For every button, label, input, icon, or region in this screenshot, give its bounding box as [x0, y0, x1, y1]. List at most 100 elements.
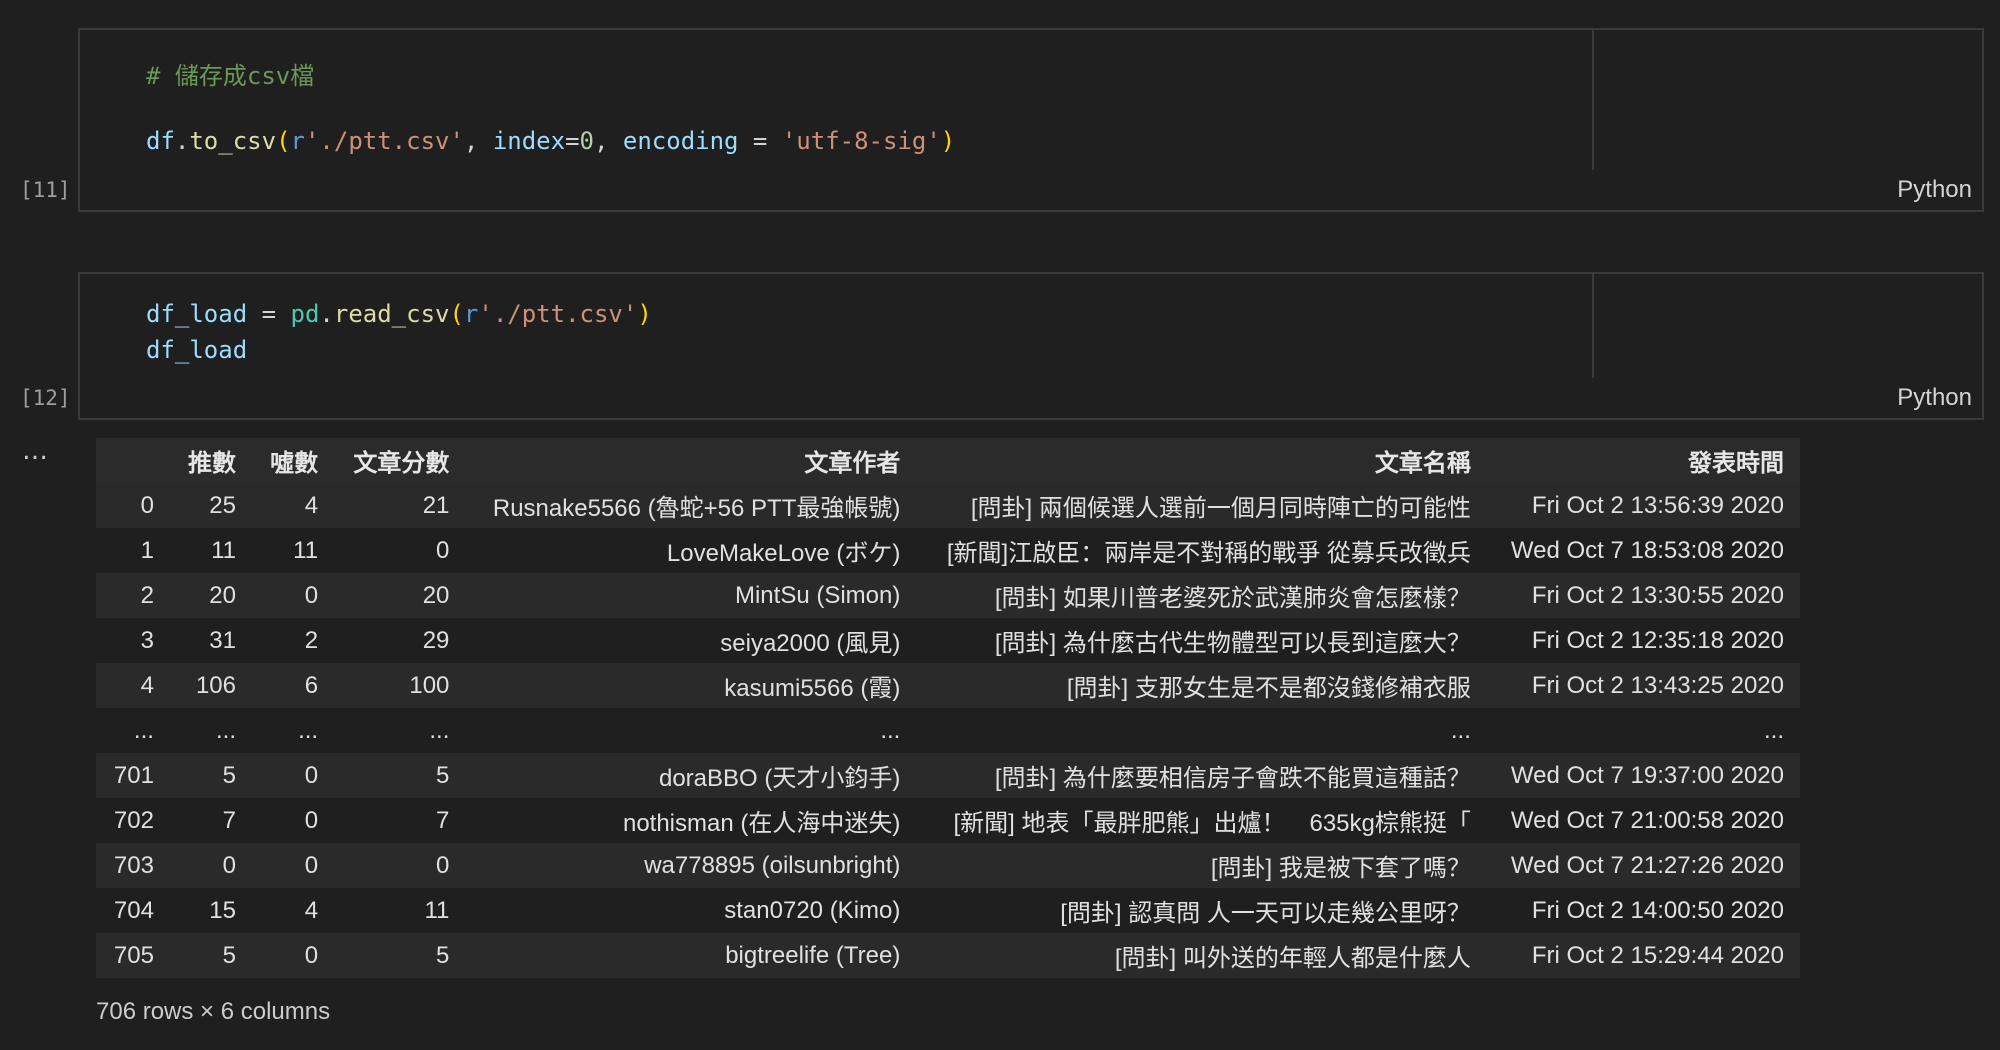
- table-cell: Fri Oct 2 12:35:18 2020: [1486, 618, 1800, 663]
- table-cell: ...: [916, 708, 1487, 753]
- table-cell: 4: [252, 888, 335, 933]
- row-index-cell: 704: [96, 888, 170, 933]
- table-cell: [問卦] 為什麼要相信房子會跌不能買這種話？: [916, 753, 1487, 798]
- code-line-df-load: df_load: [146, 336, 248, 364]
- column-header: 文章作者: [465, 438, 917, 483]
- table-cell: 5: [334, 933, 466, 978]
- table-cell: 20: [334, 573, 466, 618]
- table-cell: 11: [334, 888, 466, 933]
- table-cell: 11: [252, 528, 335, 573]
- table-cell: 25: [169, 483, 252, 528]
- row-index-cell: 1: [96, 528, 170, 573]
- table-cell: [問卦] 叫外送的年輕人都是什麼人: [916, 933, 1487, 978]
- table-row: 4 106 6 100 kasumi5566 (霞) [問卦] 支那女生是不是都沒錢修補衣…: [96, 663, 1800, 708]
- index-header: [96, 438, 170, 483]
- table-cell: Fri Oct 2 14:00:50 2020: [1486, 888, 1800, 933]
- table-cell: [問卦] 認真問 人一天可以走幾公里呀？: [916, 888, 1487, 933]
- table-cell: Wed Oct 7 19:37:00 2020: [1486, 753, 1800, 798]
- table-cell: Fri Oct 2 13:43:25 2020: [1486, 663, 1800, 708]
- table-cell: [問卦] 如果川普老婆死於武漢肺炎會怎麼樣？: [916, 573, 1487, 618]
- cell-language-label[interactable]: Python: [1897, 384, 1972, 412]
- table-row: 3 31 2 29 seiya2000 (風見) [問卦] 為什麼古代生物體型可以長到這麼…: [96, 618, 1800, 663]
- table-cell: 100: [334, 663, 466, 708]
- table-cell: [問卦] 為什麼古代生物體型可以長到這麼大？: [916, 618, 1487, 663]
- table-cell: Fri Oct 2 13:30:55 2020: [1486, 573, 1800, 618]
- table-cell: 5: [169, 933, 252, 978]
- row-index-cell: 3: [96, 618, 170, 663]
- code-line-read-csv: df_load = pd.read_csv(r'./ptt.csv'): [146, 300, 652, 328]
- table-cell: 29: [334, 618, 466, 663]
- table-cell: 11: [169, 528, 252, 573]
- table-cell: bigtreelife (Tree): [465, 933, 917, 978]
- table-cell: 0: [252, 798, 335, 843]
- table-cell: Rusnake5566 (魯蛇+56 PTT最強帳號): [465, 483, 917, 528]
- table-cell: 4: [252, 483, 335, 528]
- table-cell: [問卦] 支那女生是不是都沒錢修補衣服: [916, 663, 1487, 708]
- column-header: 文章名稱: [916, 438, 1487, 483]
- table-cell: 6: [252, 663, 335, 708]
- row-index-cell: 4: [96, 663, 170, 708]
- table-row: 0 25 4 21 Rusnake5566 (魯蛇+56 PTT最強帳號) [問卦] 兩個…: [96, 483, 1800, 528]
- table-row: 705 5 0 5 bigtreelife (Tree) [問卦] 叫外送的年輕人都是什麼…: [96, 933, 1800, 978]
- table-cell: wa778895 (oilsunbright): [465, 843, 917, 888]
- table-cell: 20: [169, 573, 252, 618]
- column-header: 文章分數: [334, 438, 466, 483]
- table-cell: 7: [334, 798, 466, 843]
- table-cell: Wed Oct 7 18:53:08 2020: [1486, 528, 1800, 573]
- cell-divider: [1592, 274, 1594, 378]
- table-cell: 106: [169, 663, 252, 708]
- column-header: 噓數: [252, 438, 335, 483]
- table-cell: ...: [334, 708, 466, 753]
- table-cell: MintSu (Simon): [465, 573, 917, 618]
- table-cell: 0: [334, 843, 466, 888]
- code-line-to-csv: df.to_csv(r'./ptt.csv', index=0, encodin…: [146, 127, 956, 155]
- table-row: 701 5 0 5 doraBBO (天才小鈞手) [問卦] 為什麼要相信房子會跌不能買這…: [96, 753, 1800, 798]
- table-cell: ...: [465, 708, 917, 753]
- execution-count-11: [11]: [20, 178, 71, 202]
- table-cell: 0: [252, 753, 335, 798]
- column-header: 推數: [169, 438, 252, 483]
- cell-divider: [1592, 30, 1594, 170]
- table-cell: 5: [334, 753, 466, 798]
- table-cell: 0: [169, 843, 252, 888]
- table-cell: Fri Oct 2 15:29:44 2020: [1486, 933, 1800, 978]
- cell-language-label[interactable]: Python: [1897, 176, 1972, 204]
- table-cell: ...: [252, 708, 335, 753]
- row-index-cell: 2: [96, 573, 170, 618]
- table-header-row: 推數 噓數 文章分數 文章作者 文章名稱 發表時間: [96, 438, 1800, 483]
- row-index-cell: 703: [96, 843, 170, 888]
- table-cell: 0: [252, 573, 335, 618]
- dataframe-table: 推數 噓數 文章分數 文章作者 文章名稱 發表時間 0 25 4 21 Rusnake5…: [96, 438, 1800, 978]
- table-cell: stan0720 (Kimo): [465, 888, 917, 933]
- code-comment: # 儲存成csv檔: [146, 62, 315, 90]
- table-cell: Wed Oct 7 21:00:58 2020: [1486, 798, 1800, 843]
- table-cell: kasumi5566 (霞): [465, 663, 917, 708]
- table-cell: 0: [334, 528, 466, 573]
- table-cell: [新聞]江啟臣：兩岸是不對稱的戰爭 從募兵改徵兵: [916, 528, 1487, 573]
- table-row: 704 15 4 11 stan0720 (Kimo) [問卦] 認真問 人一天可以走幾公…: [96, 888, 1800, 933]
- table-cell: seiya2000 (風見): [465, 618, 917, 663]
- code-cell-12[interactable]: df_load = pd.read_csv(r'./ptt.csv') df_l…: [78, 272, 1984, 420]
- row-index-cell: 701: [96, 753, 170, 798]
- row-index-cell: 705: [96, 933, 170, 978]
- table-cell: 5: [169, 753, 252, 798]
- code-cell-11[interactable]: # 儲存成csv檔 df.to_csv(r'./ptt.csv', index=…: [78, 28, 1984, 212]
- table-cell: 31: [169, 618, 252, 663]
- table-cell: [問卦] 兩個候選人選前一個月同時陣亡的可能性: [916, 483, 1487, 528]
- table-cell: LoveMakeLove (ボケ): [465, 528, 917, 573]
- table-cell: 7: [169, 798, 252, 843]
- column-header: 發表時間: [1486, 438, 1800, 483]
- table-cell: ...: [1486, 708, 1800, 753]
- table-row: 702 7 0 7 nothisman (在人海中迷失) [新聞] 地表「最胖肥熊」出爐！…: [96, 798, 1800, 843]
- table-cell: 0: [252, 933, 335, 978]
- output-more-icon[interactable]: …: [22, 436, 49, 466]
- table-cell: nothisman (在人海中迷失): [465, 798, 917, 843]
- table-cell: ...: [169, 708, 252, 753]
- table-cell: 2: [252, 618, 335, 663]
- table-cell: 21: [334, 483, 466, 528]
- table-cell: Wed Oct 7 21:27:26 2020: [1486, 843, 1800, 888]
- table-row: 2 20 0 20 MintSu (Simon) [問卦] 如果川普老婆死於武漢肺炎會怎麼…: [96, 573, 1800, 618]
- table-cell: 15: [169, 888, 252, 933]
- table-cell: [問卦] 我是被下套了嗎？: [916, 843, 1487, 888]
- table-row: 703 0 0 0 wa778895 (oilsunbright) [問卦] 我是被下套了…: [96, 843, 1800, 888]
